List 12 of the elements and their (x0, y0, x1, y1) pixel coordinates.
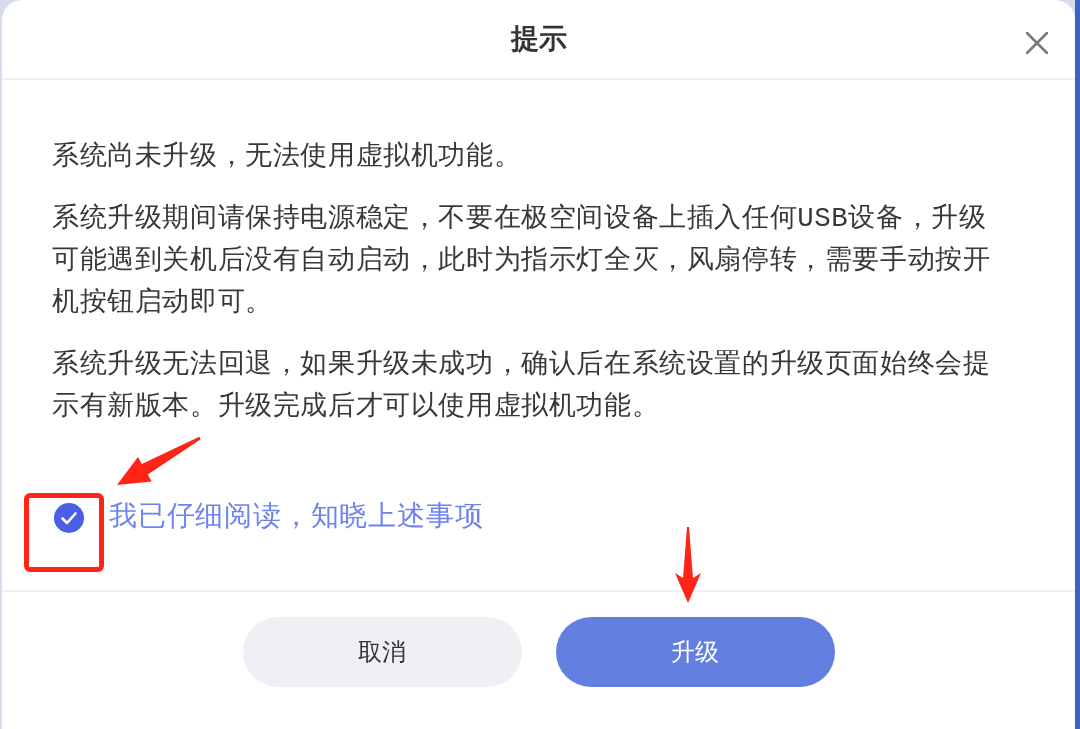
dialog-title: 提示 (510, 22, 567, 56)
close-icon (1026, 32, 1048, 54)
upgrade-button[interactable]: 升级 (555, 617, 835, 687)
message-paragraph: 系统升级无法回退，如果升级未成功，确认后在系统设置的升级页面始终会提示有新版本。升级完成后才可以使用虚拟机功能。 (52, 348, 992, 424)
close-button[interactable] (1025, 31, 1049, 55)
message-paragraph: 系统升级期间请保持电源稳定，不要在极空间设备上插入任何USB设备，升级可能遇到关机后没有自动启动，此时为指示灯全灭，风扇停转，需要手动按开机按钮启动即可。 (52, 202, 992, 320)
checkbox[interactable] (54, 503, 84, 533)
arrow-icon (116, 436, 202, 486)
message-paragraph: 系统尚未升级，无法使用虚拟机功能。 (52, 140, 523, 174)
agreement-label[interactable]: 我已仔细阅读，知晓上述事项 (109, 497, 484, 539)
arrow-icon (675, 526, 701, 604)
cancel-button[interactable]: 取消 (242, 617, 522, 687)
